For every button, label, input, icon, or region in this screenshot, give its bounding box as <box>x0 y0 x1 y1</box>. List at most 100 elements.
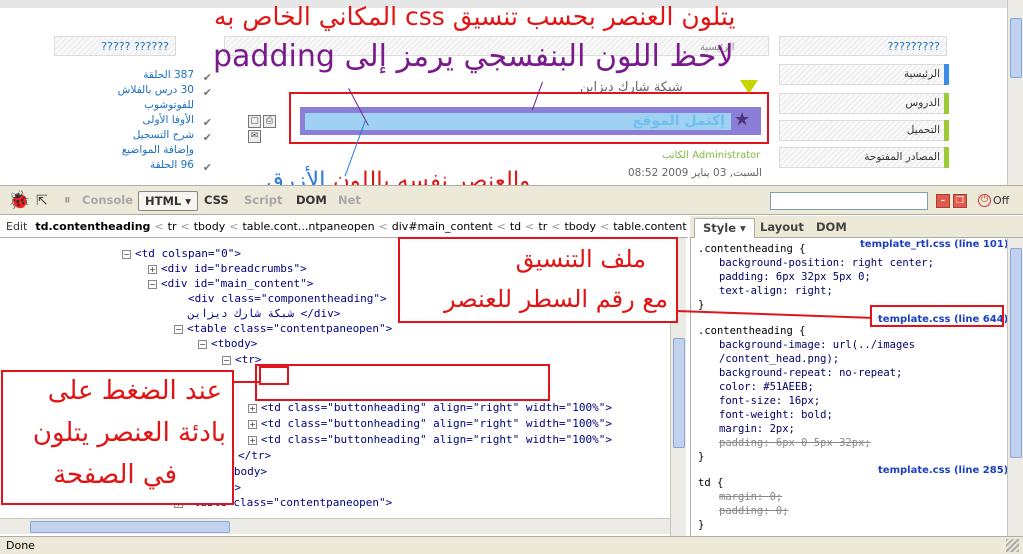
collapse-icon[interactable]: − <box>222 356 231 365</box>
html-tree-node[interactable]: + <div id="breadcrumbs"> <box>148 261 307 276</box>
annotation-file-line1: ملف التنسيق <box>515 245 646 273</box>
resize-grip-icon[interactable] <box>1006 539 1019 552</box>
css-property[interactable]: background-repeat: no-repeat; <box>719 366 902 380</box>
source-link[interactable]: template.css (line 285) <box>878 464 1008 478</box>
css-property[interactable]: text-align: right; <box>719 284 833 298</box>
expand-icon[interactable]: + <box>148 265 157 274</box>
html-tree-node[interactable]: + <td class="buttonheading" align="right"… <box>248 432 612 447</box>
html-tree-node-text: <td class="buttonheading" align="right" … <box>261 401 612 414</box>
path-item[interactable]: table.cont...ntpaneopen <box>242 220 374 233</box>
left-list-item[interactable]: للفوتوشوب <box>100 98 212 113</box>
expand-icon[interactable]: + <box>248 420 257 429</box>
path-separator: < <box>599 220 610 233</box>
firebug-tab[interactable]: HTML ▾ <box>138 191 199 211</box>
html-scrollbar-thumb[interactable] <box>673 338 685 448</box>
firebug-tab[interactable]: Script <box>238 191 288 211</box>
inspect-icon[interactable]: ⇱ <box>30 191 54 211</box>
restore-icon[interactable]: ❐ <box>953 194 967 208</box>
style-scrollbar-thumb[interactable] <box>1010 248 1022 458</box>
left-list-item[interactable]: ✔ 30 درس بالفلاش <box>100 83 212 99</box>
path-item[interactable]: div#main_content <box>392 220 493 233</box>
edit-button[interactable]: Edit <box>6 220 27 233</box>
css-property[interactable]: padding: 6px 32px 5px 0; <box>719 270 871 284</box>
css-property[interactable]: margin: 0; <box>719 490 782 504</box>
left-list-item[interactable]: وإضافة المواضيع <box>100 143 212 158</box>
html-hscrollbar-thumb[interactable] <box>30 521 230 533</box>
selected-row-highlight <box>255 364 550 401</box>
html-tree-node[interactable]: − <td colspan="0"> <box>122 246 241 261</box>
firebug-tab[interactable]: DOM <box>290 191 333 211</box>
style-panel: .contentheading {background-position: ri… <box>690 238 1023 536</box>
firebug-search-input[interactable] <box>770 192 928 210</box>
style-panel-scrollbar[interactable] <box>1007 238 1023 536</box>
page-scrollbar-thumb[interactable] <box>1010 18 1022 78</box>
css-property[interactable]: /content_head.png); <box>719 352 839 366</box>
left-list-item[interactable]: ✔ 96 الحلقة <box>100 158 212 174</box>
firebug-tab[interactable]: Console <box>76 191 139 211</box>
css-property[interactable]: font-size: 16px; <box>719 394 820 408</box>
minimize-icon[interactable]: – <box>936 194 950 208</box>
html-tree-node[interactable]: </tr> <box>238 448 271 463</box>
power-icon[interactable]: ⏻ <box>978 194 991 207</box>
page-scrollbar[interactable] <box>1007 0 1023 185</box>
right-nav-item[interactable]: التحميل <box>779 120 949 141</box>
path-item-current[interactable]: td.contentheading <box>35 220 150 233</box>
html-tree-node[interactable]: + <td class="buttonheading" align="right"… <box>248 416 612 431</box>
left-link-list: ✔ 387 الحلقة ✔ 30 درس بالفلاش للفوتوشوب ✔ الأو… <box>100 68 212 174</box>
collapse-icon[interactable]: − <box>174 325 183 334</box>
left-list-item-label: 96 الحلقة <box>149 159 194 171</box>
html-tree-node[interactable]: + <td class="buttonheading" align="right"… <box>248 400 612 415</box>
html-tree-node[interactable]: − <tbody> <box>198 336 257 351</box>
css-property[interactable]: background-position: right center; <box>719 256 934 270</box>
expand-icon[interactable]: + <box>248 436 257 445</box>
source-link[interactable]: template_rtl.css (line 101) <box>860 238 1008 252</box>
left-list-item[interactable]: ✔ شرح التسجيل <box>100 128 212 144</box>
path-separator: < <box>496 220 506 233</box>
nav-accent-bar <box>944 147 949 168</box>
element-path-breadcrumb: Edit td.contentheading < tr < tbody < table.con… <box>0 216 688 238</box>
right-nav-item[interactable]: الرئيسية <box>779 64 949 85</box>
css-property[interactable]: color: #51AEEB; <box>719 380 814 394</box>
html-tree-node-text: <tbody> <box>211 337 258 350</box>
path-item[interactable]: tbody <box>194 220 226 233</box>
right-nav-item[interactable]: المصادر المفتوحة <box>779 147 949 168</box>
email-icon[interactable]: ✉ <box>248 130 261 143</box>
firebug-tab[interactable]: CSS <box>198 191 235 211</box>
left-list-item[interactable]: ✔ الأوفا الأولى <box>100 113 212 129</box>
html-tree-node[interactable]: <div class="componentheading"> <box>188 291 387 306</box>
right-nav-item-label: المصادر المفتوحة <box>864 151 940 163</box>
collapse-icon[interactable]: − <box>122 250 131 259</box>
collapse-icon[interactable]: − <box>198 340 207 349</box>
side-tab[interactable]: Layout <box>752 218 812 238</box>
css-property[interactable]: padding: 6px 0 5px 32px; <box>719 436 871 450</box>
left-list-item[interactable]: ✔ 387 الحلقة <box>100 68 212 84</box>
css-property[interactable]: background-image: url(../images <box>719 338 915 352</box>
html-tree-node[interactable]: شبكة شارك ديزاين </div> <box>188 306 340 321</box>
right-nav-item[interactable]: الدروس <box>779 93 949 114</box>
side-tab[interactable]: Style ▾ <box>694 218 755 238</box>
right-nav-item-label: الرئيسية <box>903 68 940 80</box>
printer-icon[interactable]: ⎙ <box>263 115 276 128</box>
side-panel-tabs: Style ▾ Layout DOM <box>690 216 1023 238</box>
css-property[interactable]: margin: 2px; <box>719 422 795 436</box>
firebug-tab[interactable]: Net <box>332 191 367 211</box>
html-panel-hscrollbar[interactable] <box>0 518 670 534</box>
nav-accent-bar <box>944 120 949 141</box>
css-property[interactable]: padding: 0; <box>719 504 789 518</box>
html-tree-node[interactable]: − <div id="main_content"> <box>148 276 313 291</box>
side-tab[interactable]: DOM <box>808 218 855 238</box>
path-item[interactable]: td <box>510 220 521 233</box>
path-item[interactable]: tr <box>538 220 547 233</box>
firebug-off-label[interactable]: Off <box>993 194 1009 207</box>
pause-icon[interactable]: ⏸ <box>58 191 77 211</box>
annotation-file-box: ملف التنسيق مع رقم السطر للعنصر <box>398 237 678 323</box>
path-item[interactable]: tbody <box>564 220 596 233</box>
path-item[interactable]: table.content <box>613 220 686 233</box>
collapse-icon[interactable]: − <box>148 280 157 289</box>
annotation-click-line2: بادئة العنصر يتلون <box>32 418 226 448</box>
left-list-item-label: وإضافة المواضيع <box>121 144 194 156</box>
html-tree-node[interactable]: − <table class="contentpaneopen"> <box>174 321 392 336</box>
expand-icon[interactable]: + <box>248 404 257 413</box>
pdf-icon[interactable]: ▢ <box>248 115 261 128</box>
css-property[interactable]: font-weight: bold; <box>719 408 833 422</box>
